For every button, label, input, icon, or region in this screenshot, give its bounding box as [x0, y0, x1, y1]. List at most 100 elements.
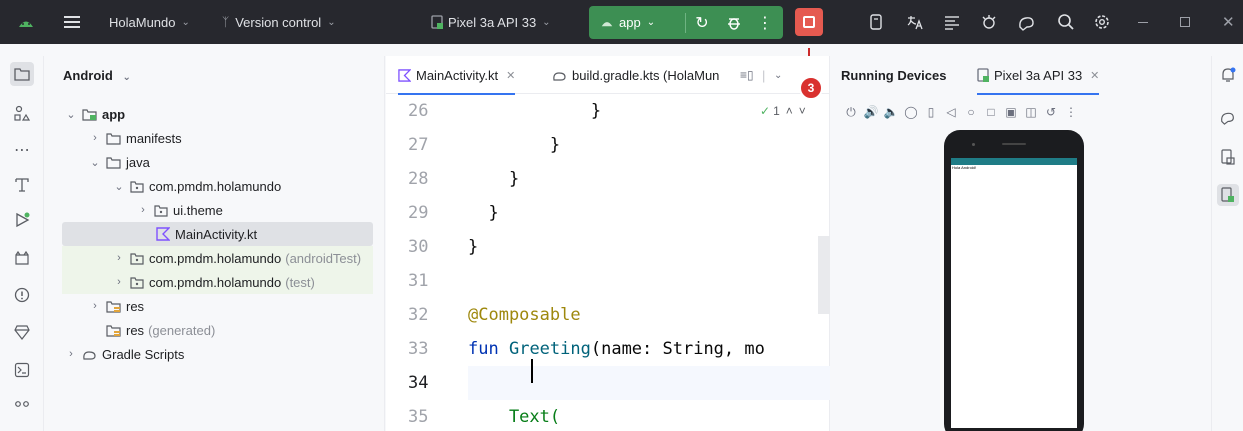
code-line-function: fun Greeting(name: String, mo — [468, 332, 830, 366]
overview-icon[interactable]: □ — [981, 105, 1001, 119]
tab-list-icon[interactable]: ≡▯ — [740, 56, 754, 94]
power-icon[interactable]: ⏻ — [841, 105, 861, 120]
volume-up-icon[interactable]: 🔊 — [861, 105, 881, 119]
more-vertical-icon[interactable]: ⋮ — [1061, 105, 1081, 119]
close-icon[interactable]: ✕ — [1090, 69, 1099, 82]
tree-item-package-main[interactable]: ⌄ com.pmdm.holamundo — [62, 174, 373, 198]
resource-manager-icon[interactable] — [10, 173, 34, 197]
chevron-right-icon: › — [141, 204, 145, 216]
package-icon — [130, 180, 144, 193]
volume-down-icon[interactable]: 🔈 — [881, 105, 901, 119]
main-menu-button[interactable] — [64, 0, 80, 44]
code-area[interactable]: } } } } } @Composable fun Greeting(name:… — [468, 94, 830, 431]
home-icon[interactable]: ○ — [961, 105, 981, 119]
tree-item-gradle-scripts[interactable]: › Gradle Scripts — [62, 342, 373, 366]
project-view-selector[interactable]: Android ⌄ — [63, 68, 131, 83]
running-devices-header: Running Devices Pixel 3a API 33 ✕ — [831, 56, 1211, 95]
chevron-right-icon: › — [93, 300, 97, 312]
line-number: 30 — [408, 237, 429, 257]
close-icon[interactable]: ✕ — [1222, 0, 1235, 44]
gemini-icon[interactable] — [1017, 0, 1037, 44]
chevron-down-icon: ⌄ — [181, 16, 190, 28]
stop-button[interactable] — [795, 8, 823, 36]
chevron-right-icon: › — [93, 132, 97, 144]
gemini-icon[interactable] — [1217, 106, 1239, 128]
rotate-right-icon[interactable]: ▯ — [921, 105, 941, 119]
problems-icon[interactable] — [10, 283, 34, 307]
more-vertical-icon[interactable]: ⋮ — [750, 13, 780, 33]
android-logo-icon — [18, 0, 34, 44]
device-selector[interactable]: Pixel 3a API 33 ⌄ — [431, 0, 551, 44]
profiler-icon[interactable] — [980, 0, 998, 44]
tab-device[interactable]: Pixel 3a API 33 ✕ — [977, 56, 1100, 95]
sync-icon[interactable] — [868, 0, 886, 44]
device-toolbar: ⏻ 🔊 🔈 ◯ ▯ ◁ ○ □ ▣ ◫ ↺ ⋮ — [841, 100, 1081, 124]
tree-item-res-generated[interactable]: res (generated) — [62, 318, 373, 342]
screen-record-icon[interactable]: ◫ — [1021, 105, 1041, 119]
tree-item-ui-theme[interactable]: › ui.theme — [62, 198, 373, 222]
chevron-down-icon: ⌄ — [114, 180, 124, 193]
tree-label: java — [126, 154, 150, 170]
package-icon — [130, 252, 144, 265]
running-devices-icon[interactable] — [1217, 184, 1239, 206]
device-screen[interactable]: Hola Android! — [951, 158, 1077, 428]
back-icon[interactable]: ◁ — [941, 105, 961, 119]
device-name: Pixel 3a API 33 — [448, 14, 537, 30]
translate-icon[interactable] — [906, 0, 924, 44]
device-manager-icon[interactable] — [1217, 146, 1239, 168]
notifications-icon[interactable] — [1217, 64, 1239, 86]
gear-icon[interactable] — [1093, 0, 1111, 44]
code-line: } — [468, 237, 479, 257]
layout-inspector-icon[interactable] — [943, 0, 961, 44]
reset-icon[interactable]: ↺ — [1041, 105, 1061, 119]
tree-label: Gradle Scripts — [102, 346, 185, 362]
tree-item-res[interactable]: › res — [62, 294, 373, 318]
rerun-icon[interactable]: ↻ — [686, 13, 718, 33]
code-line: } — [468, 169, 520, 189]
vcs-widget[interactable]: ᛉ Version control ⌄ — [222, 0, 336, 44]
chevron-down-icon[interactable]: ⌄ — [774, 56, 782, 94]
tree-item-manifests[interactable]: › manifests — [62, 126, 373, 150]
chevron-down-icon: ⌄ — [66, 108, 76, 121]
scrollbar-thumb[interactable] — [818, 236, 830, 314]
tree-label: com.pmdm.holamundo — [149, 274, 282, 290]
code-line-text-call: Text( — [468, 407, 561, 427]
right-tool-window-bar — [1211, 56, 1243, 431]
line-number: 29 — [408, 203, 429, 223]
run-icon[interactable] — [10, 208, 34, 232]
minimize-icon[interactable] — [1138, 0, 1148, 44]
debug-icon[interactable] — [718, 15, 750, 31]
structure-icon[interactable] — [10, 101, 34, 125]
project-name: HolaMundo — [109, 14, 176, 30]
version-control-icon[interactable] — [10, 396, 34, 420]
line-number: 28 — [408, 169, 429, 189]
terminal-icon[interactable] — [10, 358, 34, 382]
close-icon[interactable]: ✕ — [506, 69, 515, 82]
rotate-left-icon[interactable]: ◯ — [901, 105, 921, 119]
more-horizontal-icon[interactable]: ⋯ — [10, 138, 34, 162]
tab-mainactivity[interactable]: MainActivity.kt ✕ — [398, 56, 516, 95]
tree-label: app — [102, 106, 126, 122]
run-config-selector[interactable]: app ⌄ — [589, 15, 685, 30]
code-line-current — [468, 366, 830, 400]
running-devices-panel: Running Devices Pixel 3a API 33 ✕ ⏻ 🔊 🔈 … — [831, 56, 1211, 431]
screenshot-icon[interactable]: ▣ — [1001, 105, 1021, 119]
tree-item-mainactivity[interactable]: MainActivity.kt — [62, 222, 373, 246]
tab-build-gradle[interactable]: build.gradle.kts (HolaMun — [552, 56, 719, 94]
search-icon[interactable] — [1057, 0, 1075, 44]
tree-item-app[interactable]: ⌄ app — [62, 102, 373, 126]
tree-item-package-androidtest[interactable]: › com.pmdm.holamundo (androidTest) — [62, 246, 373, 270]
app-quality-icon[interactable] — [10, 320, 34, 344]
logcat-icon[interactable] — [10, 246, 34, 270]
tree-item-package-test[interactable]: › com.pmdm.holamundo (test) — [62, 270, 373, 294]
phone-icon — [431, 15, 443, 29]
device-status-bar — [951, 158, 1077, 165]
project-switcher[interactable]: HolaMundo ⌄ — [109, 0, 190, 44]
phone-icon — [977, 68, 989, 82]
project-folder-icon[interactable] — [10, 62, 34, 86]
run-config-label: app — [619, 15, 641, 30]
maximize-icon[interactable] — [1180, 0, 1190, 44]
tree-item-java[interactable]: ⌄ java — [62, 150, 373, 174]
code-line: } — [468, 135, 561, 155]
code-function-name: Greeting — [508, 339, 591, 359]
